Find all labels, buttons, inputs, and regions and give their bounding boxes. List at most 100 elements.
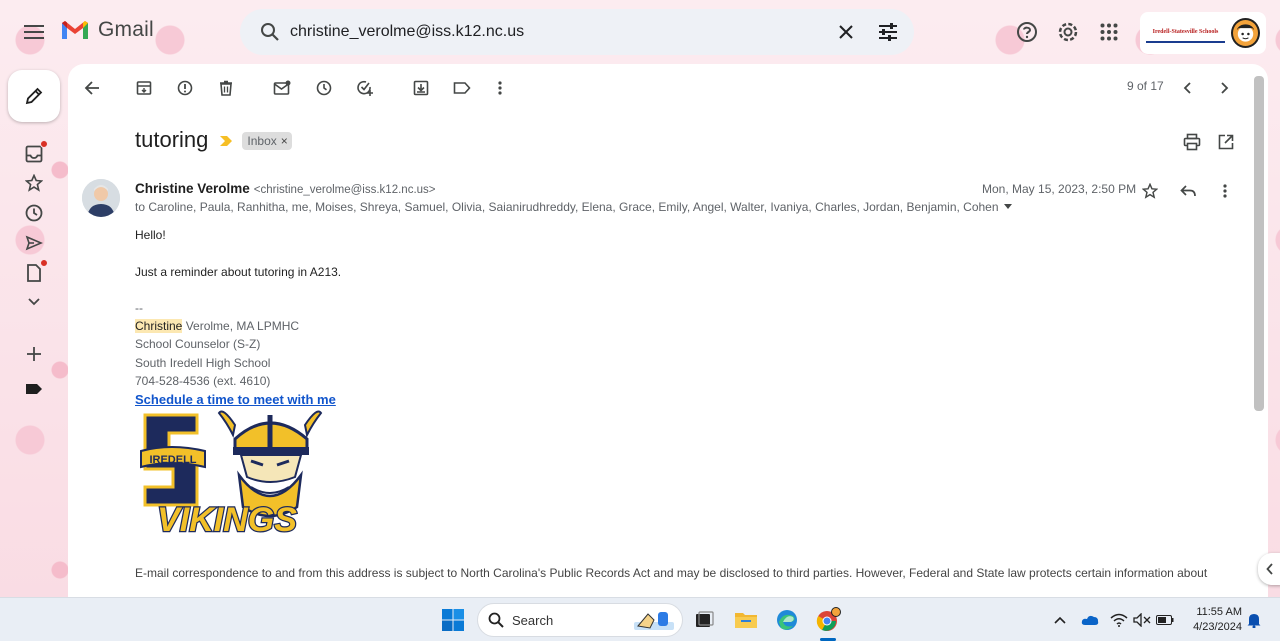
older-button[interactable]	[1208, 72, 1240, 104]
taskbar-search[interactable]: Search	[477, 603, 683, 637]
labels-button[interactable]	[446, 72, 478, 104]
disclaimer-text: E-mail correspondence to and from this a…	[135, 566, 1208, 580]
mark-unread-button[interactable]	[266, 72, 298, 104]
search-highlight-icon	[634, 612, 674, 630]
sent-nav-item[interactable]	[22, 231, 46, 255]
archive-button[interactable]	[128, 72, 160, 104]
open-new-window-button[interactable]	[1212, 128, 1240, 156]
settings-button[interactable]	[1048, 12, 1088, 52]
clock-time: 11:55 AM	[1196, 606, 1242, 618]
search-icon[interactable]	[250, 12, 290, 52]
sender-avatar[interactable]	[82, 179, 120, 217]
taskbar-search-label: Search	[512, 612, 554, 628]
sender-name[interactable]: Christine Verolme	[135, 181, 250, 196]
account-avatar[interactable]	[1230, 18, 1260, 48]
chevron-up-icon	[1054, 616, 1066, 624]
main-menu-button[interactable]	[14, 12, 54, 52]
org-logo: Iredell-Statesville Schools	[1146, 23, 1225, 43]
message-toolbar: 9 of 17	[68, 64, 1268, 108]
move-to-button[interactable]	[405, 72, 437, 104]
snoozed-nav-item[interactable]	[22, 201, 46, 225]
wifi-icon	[1110, 613, 1128, 627]
more-options-button[interactable]	[484, 72, 516, 104]
show-hidden-icons-button[interactable]	[1050, 610, 1070, 630]
pencil-icon	[25, 87, 43, 105]
delete-button[interactable]	[210, 72, 242, 104]
label-chip-text: Inbox	[247, 134, 277, 148]
folder-icon	[735, 613, 757, 628]
email-subject: tutoring	[135, 127, 209, 152]
side-panel-toggle[interactable]	[1258, 553, 1280, 585]
help-icon	[1017, 22, 1037, 42]
task-view-button[interactable]	[688, 604, 720, 636]
print-all-button[interactable]	[1178, 128, 1206, 156]
clock-icon	[316, 80, 332, 96]
start-button[interactable]	[437, 604, 469, 636]
report-icon	[177, 80, 193, 96]
message-position: 9 of 17	[1127, 79, 1164, 93]
send-icon	[25, 235, 43, 251]
scrollbar-thumb[interactable]	[1254, 76, 1264, 411]
file-explorer-button[interactable]	[730, 604, 762, 636]
remove-label-button[interactable]: ×	[281, 134, 288, 148]
create-label-button[interactable]	[22, 342, 46, 366]
label-outline-icon	[453, 82, 471, 94]
logo-bottom-text: VIKINGS	[157, 501, 297, 539]
reply-button[interactable]	[1174, 177, 1202, 205]
clear-search-button[interactable]	[826, 12, 866, 52]
signature-phone: 704-528-4536 (ext. 4610)	[135, 373, 271, 388]
iredell-vikings-logo: IREDELL VIKINGS	[140, 410, 323, 540]
windows-logo-icon	[442, 609, 464, 631]
inbox-nav-item[interactable]	[22, 140, 48, 166]
search-input[interactable]	[290, 23, 830, 41]
search-highlight: Christine	[135, 319, 183, 334]
battery-tray-icon[interactable]	[1155, 610, 1175, 630]
snooze-button[interactable]	[308, 72, 340, 104]
body-text: Just a reminder about tutoring in A213.	[135, 265, 342, 279]
back-button[interactable]	[76, 72, 108, 104]
apps-button[interactable]	[1089, 12, 1129, 52]
volume-tray-icon[interactable]	[1132, 610, 1152, 630]
unread-dot	[40, 140, 48, 148]
onedrive-tray-icon[interactable]	[1080, 610, 1100, 630]
signature-name: Christine Verolme, MA LPMHC	[135, 319, 300, 334]
unread-dot	[40, 259, 48, 267]
chrome-browser-button[interactable]	[812, 604, 844, 636]
more-nav-item[interactable]	[22, 290, 46, 314]
inbox-icon	[25, 145, 43, 163]
caret-down-icon[interactable]	[1003, 204, 1013, 210]
account-chip[interactable]: Iredell-Statesville Schools	[1140, 12, 1266, 54]
message-date: Mon, May 15, 2023, 2:50 PM	[982, 182, 1137, 196]
support-button[interactable]	[1007, 12, 1047, 52]
report-spam-button[interactable]	[169, 72, 201, 104]
search-options-button[interactable]	[868, 12, 908, 52]
importance-marker-icon[interactable]	[220, 136, 233, 146]
edge-browser-button[interactable]	[771, 604, 803, 636]
drafts-nav-item[interactable]	[22, 259, 48, 285]
cloud-icon	[1081, 615, 1099, 625]
label-nav-item[interactable]	[22, 377, 46, 401]
add-task-button[interactable]	[349, 72, 381, 104]
message-more-button[interactable]	[1211, 177, 1239, 205]
signature-school: South Iredell High School	[135, 355, 271, 370]
compose-button[interactable]	[8, 70, 60, 122]
trash-icon	[220, 80, 232, 96]
open-in-new-icon	[1218, 134, 1234, 150]
avatar-face-icon	[1236, 24, 1255, 42]
search-bar[interactable]	[240, 9, 914, 55]
clock-date: 4/23/2024	[1193, 621, 1242, 633]
plus-icon	[27, 347, 41, 361]
newer-button[interactable]	[1172, 72, 1204, 104]
task-view-icon	[696, 611, 714, 627]
wifi-tray-icon[interactable]	[1109, 610, 1129, 630]
apps-grid-icon	[1100, 23, 1118, 41]
star-message-button[interactable]	[1136, 177, 1164, 205]
starred-nav-item[interactable]	[22, 171, 46, 195]
tune-icon	[879, 23, 897, 41]
hamburger-icon	[24, 25, 44, 39]
taskbar-clock[interactable]: 11:55 AM 4/23/2024	[1186, 605, 1242, 635]
gmail-logo[interactable]: Gmail	[60, 18, 154, 42]
print-icon	[1183, 133, 1201, 151]
gear-icon	[1058, 22, 1078, 42]
notifications-button[interactable]	[1244, 610, 1264, 630]
